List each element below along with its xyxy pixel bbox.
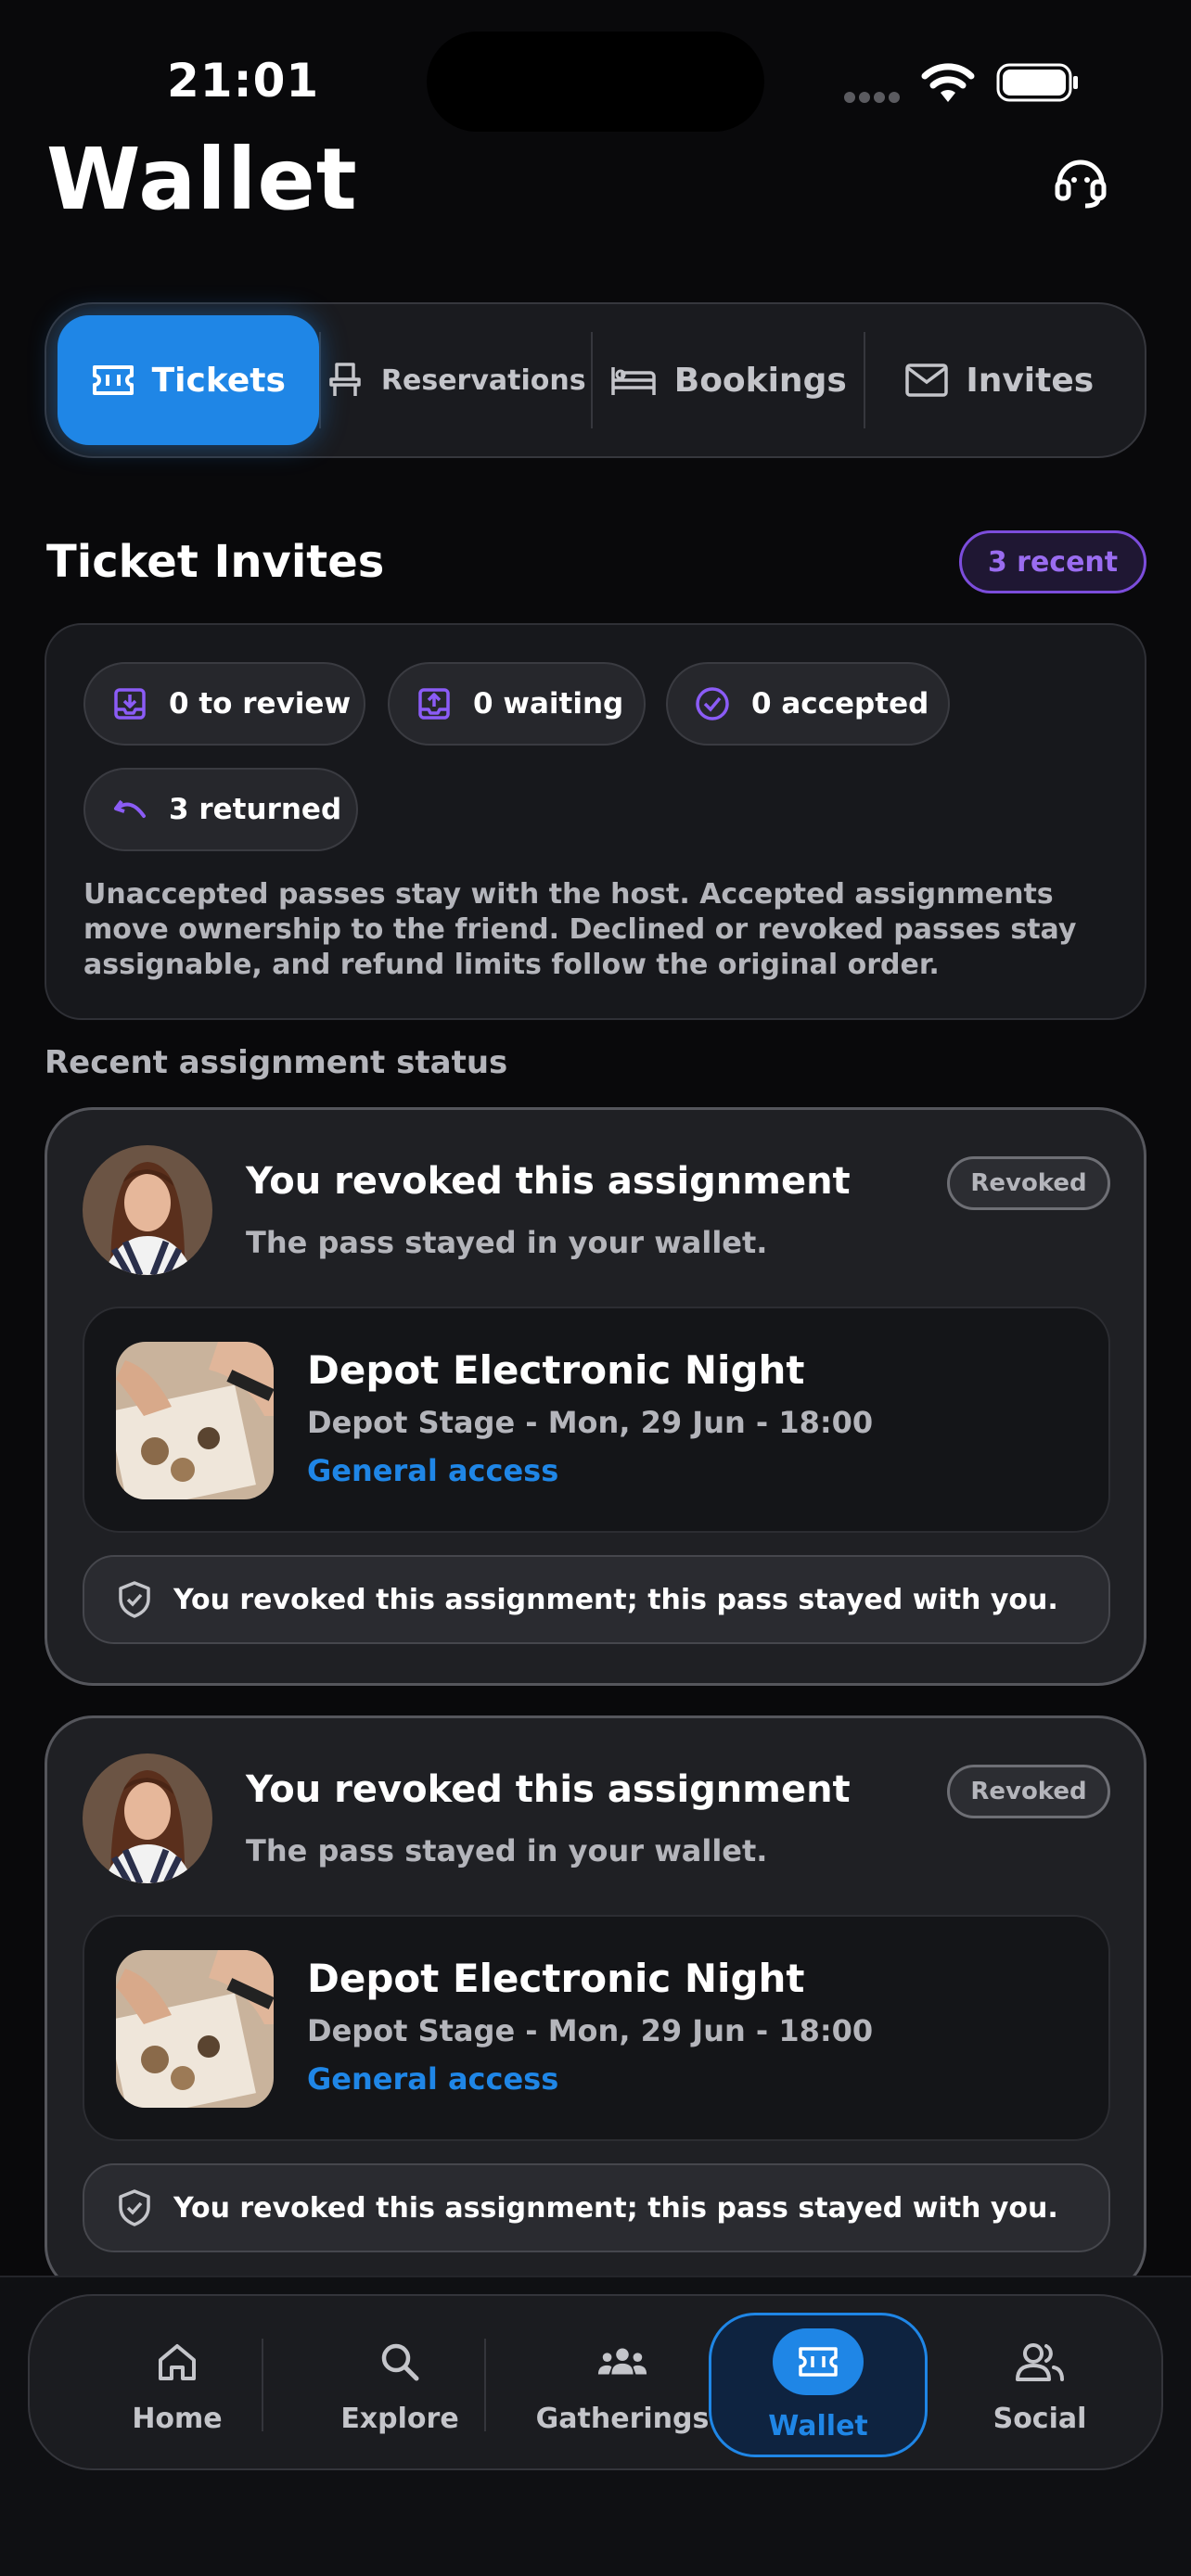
assignment-subtitle: The pass stayed in your wallet.	[246, 1225, 768, 1260]
status-time: 21:01	[167, 54, 320, 108]
tab-home[interactable]: Home	[70, 2313, 284, 2457]
status-bar: 21:01	[0, 0, 1191, 139]
chip-label: 3 returned	[169, 793, 342, 826]
chip-accepted[interactable]: 0 accepted	[666, 662, 950, 746]
tab-reservations-label: Reservations	[380, 363, 586, 397]
assignment-footer-note: You revoked this assignment; this pass s…	[83, 2163, 1110, 2252]
event-thumbnail	[116, 1342, 274, 1499]
section-title: Ticket Invites	[46, 536, 385, 588]
status-badge: Revoked	[947, 1156, 1110, 1210]
chair-icon	[329, 363, 361, 396]
chip-to-review[interactable]: 0 to review	[83, 662, 365, 746]
shield-check-icon	[119, 1581, 150, 1618]
wallet-segment-control: Tickets Reservations Bookings Invites	[45, 302, 1146, 458]
event-name: Depot Electronic Night	[307, 1347, 805, 1393]
shield-check-icon	[119, 2189, 150, 2226]
assignment-footer-note: You revoked this assignment; this pass s…	[83, 1555, 1110, 1644]
tab-label: Gatherings	[535, 2402, 710, 2435]
event-meta: Depot Stage - Mon, 29 Jun - 18:00	[307, 1405, 874, 1440]
home-icon	[151, 2336, 203, 2388]
assignment-title: You revoked this assignment	[246, 1768, 851, 1811]
tab-label: Social	[992, 2402, 1087, 2435]
event-access-type: General access	[307, 1453, 559, 1488]
inbox-upload-icon	[416, 685, 453, 722]
people-group-icon	[596, 2336, 648, 2388]
tab-divider	[484, 2339, 486, 2431]
recent-status-title: Recent assignment status	[45, 1044, 508, 1081]
tab-explore[interactable]: Explore	[293, 2313, 506, 2457]
tab-gatherings[interactable]: Gatherings	[516, 2313, 729, 2457]
chip-label: 0 accepted	[751, 687, 929, 721]
users-icon	[1014, 2336, 1066, 2388]
battery-icon	[996, 63, 1078, 102]
assignment-card[interactable]: You revoked this assignment The pass sta…	[45, 1107, 1146, 1686]
event-meta: Depot Stage - Mon, 29 Jun - 18:00	[307, 2013, 874, 2048]
chip-label: 0 waiting	[473, 687, 624, 721]
footer-text: You revoked this assignment; this pass s…	[173, 1583, 1058, 1616]
assignment-subtitle: The pass stayed in your wallet.	[246, 1833, 768, 1868]
bottom-tab-bar: Home Explore Gatherings Wallet Social	[28, 2294, 1163, 2470]
assignment-card[interactable]: You revoked this assignment The pass sta…	[45, 1715, 1146, 2294]
recent-count-badge[interactable]: 3 recent	[959, 530, 1146, 593]
tab-label: Home	[132, 2402, 223, 2435]
tab-bookings[interactable]: Bookings	[593, 315, 864, 445]
event-info[interactable]: Depot Electronic Night Depot Stage - Mon…	[83, 1307, 1110, 1533]
ticket-icon	[773, 2327, 864, 2395]
headset-icon	[1055, 159, 1107, 209]
tab-label: Explore	[340, 2402, 459, 2435]
search-icon	[374, 2336, 426, 2388]
event-name: Depot Electronic Night	[307, 1956, 805, 2001]
tab-tickets-label: Tickets	[151, 361, 286, 400]
undo-icon	[111, 791, 148, 828]
assignment-title: You revoked this assignment	[246, 1160, 851, 1203]
chip-waiting[interactable]: 0 waiting	[388, 662, 646, 746]
event-info[interactable]: Depot Electronic Night Depot Stage - Mon…	[83, 1915, 1110, 2141]
dynamic-island	[427, 32, 764, 132]
footer-text: You revoked this assignment; this pass s…	[173, 2191, 1058, 2225]
tab-tickets[interactable]: Tickets	[58, 315, 319, 445]
tab-reservations[interactable]: Reservations	[321, 315, 592, 445]
chip-returned[interactable]: 3 returned	[83, 768, 358, 851]
ticket-icon	[92, 365, 134, 395]
bed-icon	[611, 367, 656, 395]
inbox-download-icon	[111, 685, 148, 722]
cellular-signal-icon	[844, 89, 905, 103]
page-title: Wallet	[46, 130, 358, 229]
tab-social[interactable]: Social	[933, 2313, 1146, 2457]
tab-label: Wallet	[768, 2409, 868, 2442]
tab-divider	[262, 2339, 263, 2431]
tab-bookings-label: Bookings	[673, 361, 847, 400]
tab-wallet[interactable]: Wallet	[709, 2313, 928, 2457]
envelope-icon	[905, 363, 949, 397]
status-badge: Revoked	[947, 1765, 1110, 1818]
invite-summary-card: 0 to review 0 waiting 0 accepted 3 retur…	[45, 623, 1146, 1020]
event-thumbnail	[116, 1950, 274, 2108]
avatar	[83, 1753, 212, 1883]
event-access-type: General access	[307, 2061, 559, 2097]
support-button[interactable]	[1048, 148, 1113, 213]
check-circle-icon	[694, 685, 731, 722]
chip-label: 0 to review	[169, 687, 352, 721]
tab-invites-label: Invites	[966, 361, 1095, 400]
tab-invites[interactable]: Invites	[865, 315, 1134, 445]
wifi-icon	[921, 63, 975, 102]
invite-policy-note: Unaccepted passes stay with the host. Ac…	[83, 878, 1077, 981]
avatar	[83, 1145, 212, 1275]
